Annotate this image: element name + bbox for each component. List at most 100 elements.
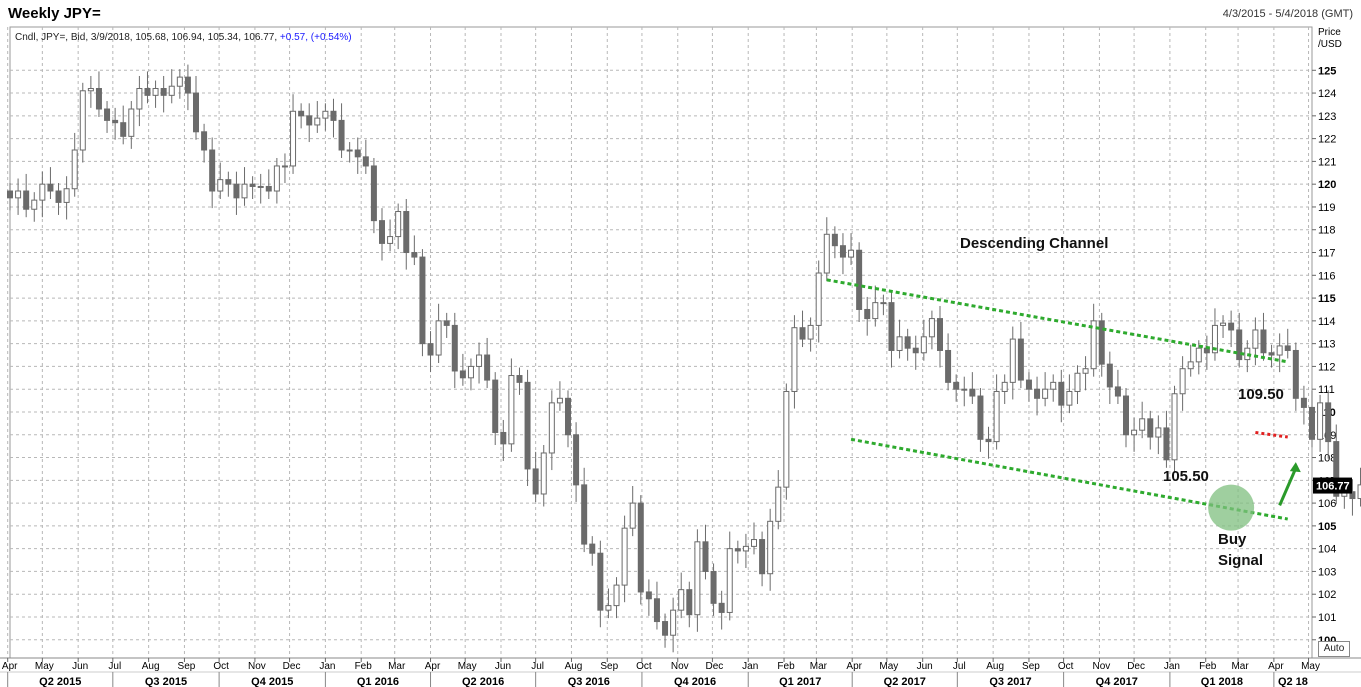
candle-body xyxy=(880,302,887,305)
candle-body xyxy=(1179,368,1186,395)
candle-body xyxy=(1195,347,1202,363)
candle-body xyxy=(112,119,119,124)
candle-body xyxy=(306,115,313,126)
candle-body xyxy=(241,183,248,199)
candle-body xyxy=(176,76,183,87)
candle-body xyxy=(1074,372,1081,392)
candle-body xyxy=(904,336,911,349)
candle-body xyxy=(864,308,871,320)
x-quarter-label: Q2 2015 xyxy=(39,676,81,687)
candle-body xyxy=(346,149,353,152)
x-month-label: Apr xyxy=(2,661,18,672)
x-month-label: Jan xyxy=(742,661,758,672)
x-quarter-label: Q2 2016 xyxy=(462,676,504,687)
candle-body xyxy=(912,347,919,354)
candle-body xyxy=(831,233,838,247)
candle-body xyxy=(427,343,434,356)
auto-scale-button[interactable]: Auto xyxy=(1318,641,1350,657)
y-tick-label: 119 xyxy=(1318,202,1336,214)
candle-body xyxy=(370,165,377,222)
candle-body xyxy=(128,108,135,137)
candle-body xyxy=(55,190,62,203)
candle-body xyxy=(152,88,159,96)
candle-body xyxy=(1236,329,1243,361)
x-month-label: Nov xyxy=(1093,661,1111,672)
candle-body xyxy=(500,431,507,445)
candle-body xyxy=(1252,329,1259,349)
candle-body xyxy=(403,211,410,254)
candle-body xyxy=(1187,361,1194,370)
x-quarter-label: Q3 2016 xyxy=(568,676,610,687)
candle-body xyxy=(1276,345,1283,356)
candle-body xyxy=(459,370,466,379)
candle-body xyxy=(953,381,960,390)
support-level-text: 105.50 xyxy=(1163,468,1209,485)
x-quarter-label: Q3 2015 xyxy=(145,676,187,687)
candle-body xyxy=(79,90,86,151)
candle-body xyxy=(7,190,13,199)
x-month-label: Apr xyxy=(1268,661,1284,672)
x-month-label: Feb xyxy=(1199,661,1217,672)
candle-body xyxy=(136,88,143,110)
price-chart[interactable]: 1001011021031041051061071081091101111121… xyxy=(0,0,1361,687)
x-month-label: Jun xyxy=(72,661,88,672)
candle-body xyxy=(104,108,111,121)
candle-body xyxy=(702,541,709,572)
candle-body xyxy=(573,434,580,486)
candle-body xyxy=(1050,381,1057,390)
candle-body xyxy=(281,165,288,168)
candle-body xyxy=(775,486,782,522)
candle-body xyxy=(273,165,280,192)
candle-body xyxy=(1034,388,1041,399)
candle-body xyxy=(791,327,798,392)
x-month-label: Dec xyxy=(706,661,724,672)
x-quarter-label: Q4 2015 xyxy=(251,676,293,687)
candle-body xyxy=(265,185,272,192)
candle-body xyxy=(87,88,94,92)
candle-body xyxy=(783,390,790,488)
candle-body xyxy=(767,520,774,575)
legend-change: +0.57, (+0.54%) xyxy=(280,32,352,43)
candle-body xyxy=(233,183,240,199)
candle-body xyxy=(217,179,224,192)
candle-body xyxy=(589,543,596,554)
candle-body xyxy=(435,320,442,356)
candle-body xyxy=(1260,329,1267,354)
x-month-label: Mar xyxy=(388,661,406,672)
candle-body xyxy=(1058,381,1065,406)
candle-body xyxy=(1139,418,1146,431)
candle-body xyxy=(605,605,612,611)
candle-body xyxy=(1001,381,1008,392)
x-quarter-label: Q3 2017 xyxy=(989,676,1031,687)
x-month-label: Aug xyxy=(142,661,160,672)
candle-body xyxy=(1155,427,1162,438)
candle-body xyxy=(1163,427,1170,461)
buy-signal-text: Buy xyxy=(1218,531,1247,548)
x-quarter-label: Q2 18 xyxy=(1278,676,1308,687)
x-month-label: Apr xyxy=(846,661,862,672)
y-tick-label: 125 xyxy=(1318,65,1336,77)
candle-body xyxy=(1220,322,1227,326)
x-month-label: Sep xyxy=(178,661,196,672)
x-month-label: Apr xyxy=(425,661,441,672)
candle-body xyxy=(95,88,102,110)
y-axis-label: /USD xyxy=(1318,39,1342,50)
candle-body xyxy=(1292,349,1299,399)
candle-body xyxy=(734,548,741,552)
candle-body xyxy=(1268,352,1275,356)
candle-body xyxy=(896,336,903,351)
candle-body xyxy=(1309,406,1315,440)
candle-body xyxy=(362,156,369,167)
y-axis-label: Price xyxy=(1318,27,1341,38)
candle-body xyxy=(751,539,757,547)
candle-body xyxy=(168,85,175,96)
candle-body xyxy=(945,349,952,383)
candle-body xyxy=(742,545,749,552)
candle-body xyxy=(411,252,418,258)
candle-body xyxy=(1106,363,1113,388)
candle-body xyxy=(1228,322,1235,331)
x-month-label: Aug xyxy=(986,661,1004,672)
candle-body xyxy=(1066,390,1073,406)
candle-body xyxy=(1284,345,1291,351)
candle-body xyxy=(492,379,499,433)
